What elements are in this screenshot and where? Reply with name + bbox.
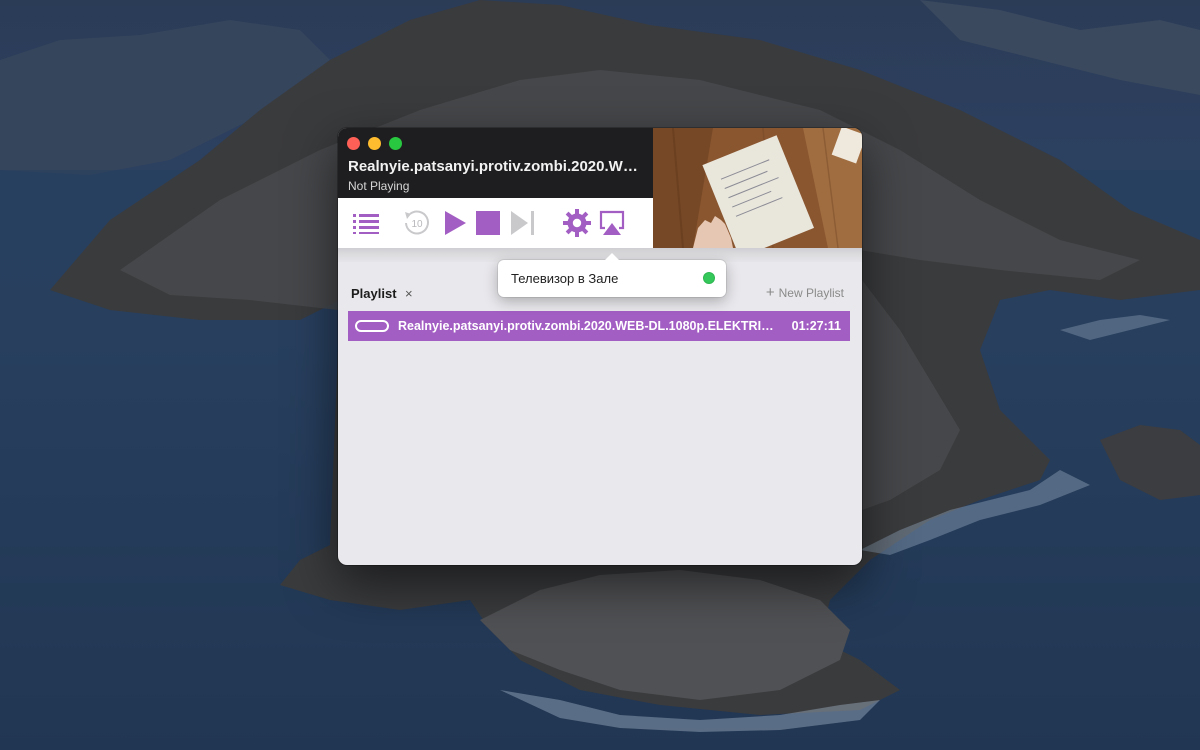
replay-10-button[interactable]: 10 bbox=[402, 198, 432, 248]
close-playlist-tab-icon[interactable]: × bbox=[405, 286, 413, 301]
tab-playlist[interactable]: Playlist bbox=[351, 286, 397, 301]
airplay-button[interactable] bbox=[598, 198, 626, 248]
playlist-item-duration: 01:27:11 bbox=[791, 319, 841, 333]
zoom-window-button[interactable] bbox=[389, 137, 402, 150]
replay-10-icon: 10 bbox=[405, 210, 429, 235]
stop-button[interactable] bbox=[475, 198, 501, 248]
transport-toolbar: 10 bbox=[338, 198, 653, 248]
playlist-item-title: Realnyie.patsanyi.protiv.zombi.2020.WEB-… bbox=[398, 319, 776, 333]
gear-icon bbox=[563, 209, 591, 237]
playlist-empty-area bbox=[338, 341, 862, 565]
plus-icon: + bbox=[765, 284, 775, 301]
airplay-device-name[interactable]: Телевизор в Зале bbox=[511, 271, 618, 286]
device-connected-indicator bbox=[703, 272, 715, 284]
stop-icon bbox=[476, 211, 500, 235]
new-playlist-label: New Playlist bbox=[778, 286, 844, 300]
play-icon bbox=[445, 211, 466, 235]
replay-seconds-label: 10 bbox=[411, 219, 423, 230]
skip-next-button[interactable] bbox=[509, 198, 537, 248]
airplay-icon bbox=[599, 210, 625, 235]
skip-next-icon bbox=[511, 211, 534, 235]
new-playlist-button[interactable]: + New Playlist bbox=[765, 284, 844, 301]
minimize-window-button[interactable] bbox=[368, 137, 381, 150]
playlist-item[interactable]: Realnyie.patsanyi.protiv.zombi.2020.WEB-… bbox=[348, 311, 850, 341]
now-playing-header: Realnyie.patsanyi.protiv.zombi.2020.WEB-… bbox=[338, 128, 653, 198]
popover-arrow bbox=[604, 253, 620, 261]
window-controls bbox=[347, 137, 402, 150]
playlist-toggle-button[interactable] bbox=[351, 198, 381, 248]
airplay-device-popover: Телевизор в Зале bbox=[498, 253, 726, 297]
playlist-icon bbox=[353, 214, 379, 234]
playback-status: Not Playing bbox=[348, 179, 410, 193]
track-title: Realnyie.patsanyi.protiv.zombi.2020.WEB-… bbox=[348, 158, 644, 175]
video-thumbnail bbox=[653, 128, 862, 248]
close-window-button[interactable] bbox=[347, 137, 360, 150]
video-frame-image bbox=[653, 128, 862, 248]
now-playing-badge-icon bbox=[355, 320, 389, 332]
player-window: Realnyie.patsanyi.protiv.zombi.2020.WEB-… bbox=[338, 128, 862, 565]
settings-button[interactable] bbox=[562, 198, 592, 248]
play-button[interactable] bbox=[442, 198, 468, 248]
